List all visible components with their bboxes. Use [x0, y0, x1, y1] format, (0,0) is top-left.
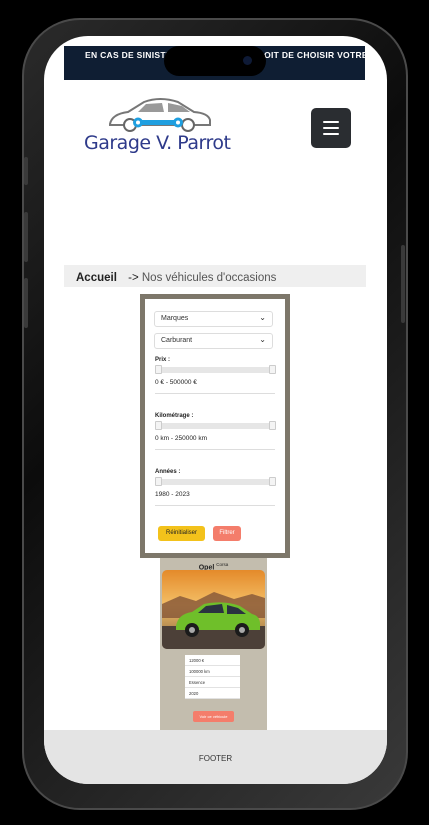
phone-silent-switch [24, 157, 28, 185]
mileage-min-handle[interactable] [155, 421, 162, 430]
fuel-select[interactable]: Carburant ⌄ [154, 333, 273, 349]
phone-volume-down [24, 278, 28, 328]
vehicle-price: 12000 € [185, 655, 240, 666]
hamburger-menu-button[interactable] [311, 108, 351, 148]
menu-icon-bar [323, 121, 339, 123]
view-vehicle-button[interactable]: Voir ce véhicule [193, 711, 234, 722]
filter-button[interactable]: Filtrer [213, 526, 241, 541]
mileage-label: Kilométrage : [155, 413, 194, 419]
years-min-handle[interactable] [155, 477, 162, 486]
years-max-handle[interactable] [269, 477, 276, 486]
price-range-slider[interactable] [155, 365, 276, 374]
vehicle-specs-list: 12000 € 100000 km Essence 2020 [185, 655, 240, 699]
footer: FOOTER [44, 730, 387, 784]
chevron-down-icon: ⌄ [259, 335, 266, 344]
years-range-value: 1980 - 2023 [155, 491, 190, 498]
phone-volume-up [24, 212, 28, 262]
mileage-range-value: 0 km - 250000 km [155, 435, 208, 442]
divider [155, 393, 275, 394]
fuel-select-value: Carburant [161, 337, 193, 344]
divider [155, 505, 275, 506]
menu-icon-bar [323, 133, 339, 135]
breadcrumb: Accueil -> Nos véhicules d'occasions [64, 265, 366, 287]
price-max-handle[interactable] [269, 365, 276, 374]
years-range-slider[interactable] [155, 477, 276, 486]
filter-panel: Marques ⌄ Carburant ⌄ Prix : 0 € - 50000… [140, 294, 290, 558]
price-range-value: 0 € - 500000 € [155, 379, 197, 386]
vehicle-image [162, 570, 265, 649]
chevron-down-icon: ⌄ [259, 313, 266, 322]
vehicle-year: 2020 [185, 688, 240, 699]
brand-select-value: Marques [161, 315, 189, 322]
camera-dot [243, 56, 252, 65]
vehicle-card: Opel Corsa 12000 € 100000 km Essence 202… [160, 558, 267, 733]
breadcrumb-home-link[interactable]: Accueil [76, 272, 117, 284]
phone-screen: EN CAS DE SINISTRE, VOUS AVEZ LE DROIT D… [44, 36, 387, 784]
brand-name: Garage V. Parrot [84, 132, 231, 154]
vehicle-model: Corsa [216, 562, 229, 567]
dynamic-island [164, 46, 266, 76]
site-logo[interactable]: Garage V. Parrot [82, 94, 231, 158]
mileage-max-handle[interactable] [269, 421, 276, 430]
price-label: Prix : [155, 357, 171, 363]
car-wrench-icon [109, 98, 211, 132]
vehicle-photo[interactable] [162, 570, 265, 649]
years-label: Années : [155, 469, 181, 475]
price-min-handle[interactable] [155, 365, 162, 374]
vehicle-mileage: 100000 km [185, 666, 240, 677]
menu-icon-bar [323, 127, 339, 129]
breadcrumb-separator: -> [128, 272, 139, 284]
mileage-range-slider[interactable] [155, 421, 276, 430]
brand-select[interactable]: Marques ⌄ [154, 311, 273, 327]
vehicle-fuel: Essence [185, 677, 240, 688]
divider [155, 449, 275, 450]
breadcrumb-current: Nos véhicules d'occasions [141, 272, 277, 284]
phone-power-button [401, 245, 405, 323]
reset-button[interactable]: Réinitialiser [158, 526, 205, 541]
